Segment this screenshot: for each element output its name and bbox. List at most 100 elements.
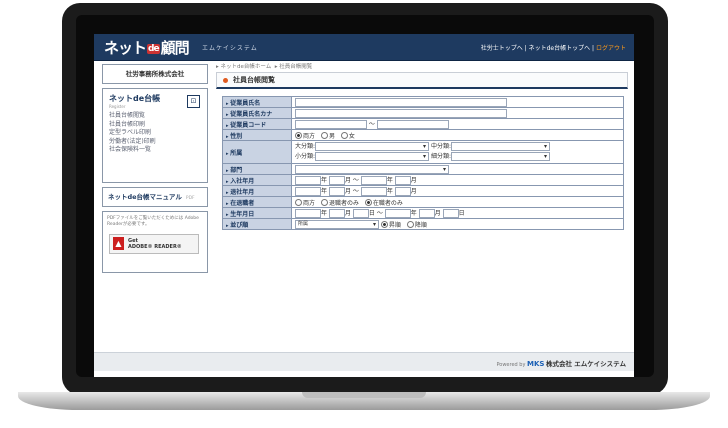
status-active-radio[interactable] <box>364 198 372 206</box>
logout-link[interactable]: ログアウト <box>596 45 626 52</box>
birth-from-month[interactable] <box>328 209 345 218</box>
sort-select[interactable]: 所属 <box>295 219 379 229</box>
joined-to-year[interactable] <box>360 176 387 185</box>
birth-from-day[interactable] <box>352 209 369 218</box>
left-from-month[interactable] <box>328 187 345 196</box>
row-section: 所属 大分類: 中分類: 小分類: 細分類: <box>222 140 624 164</box>
main-content: ▸ ネットde台帳ホーム ▸ 社員台帳閲覧 社員台帳閲覧 従業員氏名 従業員氏名… <box>216 62 628 230</box>
sort-asc-label: 昇順 <box>388 221 401 229</box>
label-left: 退社年月 <box>222 185 292 197</box>
adobe-reader-button[interactable]: ▲ Get ADOBE® READER® <box>109 234 199 254</box>
breadcrumb-home[interactable]: ネットde台帳ホーム <box>221 64 272 70</box>
left-from-year[interactable] <box>295 187 321 196</box>
manual-label: ネットde台帳マニュアル <box>108 193 182 201</box>
dept-select[interactable] <box>295 164 449 174</box>
adobe-text: Get ADOBE® READER® <box>128 238 182 250</box>
unit-year: 年 <box>321 188 328 195</box>
range-sep: 〜 <box>352 188 359 195</box>
code-from-input[interactable] <box>295 120 367 129</box>
row-left: 退社年月 年 月 〜 年 月 <box>222 185 624 197</box>
birth-to-day[interactable] <box>442 209 459 218</box>
label-code: 従業員コード <box>222 118 292 130</box>
sort-asc-radio[interactable] <box>380 220 388 228</box>
office-name: 社労事務所株式会社 <box>102 64 208 84</box>
status-retired-radio[interactable] <box>320 198 328 206</box>
gender-male-radio[interactable] <box>320 131 328 139</box>
manual-link[interactable]: ネットde台帳マニュアル PDF <box>102 187 208 207</box>
powered-text: Powered by <box>496 362 526 368</box>
row-dept: 部門 <box>222 163 624 175</box>
top-bar: ネット de 顧問 エムケイシステム 社労士トップへ | ネットde台帳トップへ |… <box>94 34 634 61</box>
code-to-input[interactable] <box>376 120 449 129</box>
gender-both-label: 両方 <box>303 132 316 140</box>
sidebar-link-print[interactable]: 社員台帳印刷 <box>109 121 201 130</box>
label-kana: 従業員氏名カナ <box>222 107 292 119</box>
status-both-radio[interactable] <box>295 198 302 206</box>
page-title-text: 社員台帳閲覧 <box>233 76 275 84</box>
title-dot-icon <box>223 77 228 83</box>
powered-by: Powered by MKS 株式会社 エムケイシステム <box>496 358 626 368</box>
section-minor-select[interactable] <box>315 152 430 161</box>
left-to-year[interactable] <box>360 187 387 196</box>
laptop-notch <box>302 392 426 398</box>
unit-day: 日 <box>368 210 375 217</box>
footer: Powered by MKS 株式会社 エムケイシステム <box>94 352 634 371</box>
status-retired-label: 退職者のみ <box>328 199 359 207</box>
brand-logo[interactable]: ネット de 顧問 <box>104 37 190 58</box>
breadcrumb: ▸ ネットde台帳ホーム ▸ 社員台帳閲覧 <box>216 64 313 70</box>
person-icon: ⊡ <box>187 95 200 108</box>
label-name: 従業員氏名 <box>222 96 292 108</box>
birth-to-year[interactable] <box>384 209 411 218</box>
row-name: 従業員氏名 <box>222 96 624 108</box>
kana-input[interactable] <box>295 108 507 118</box>
row-code: 従業員コード 〜 <box>222 118 624 130</box>
sort-desc-label: 降順 <box>414 221 427 229</box>
sidebar-link-insurance[interactable]: 社会保険料一覧 <box>109 146 201 155</box>
pdf-tag: PDF <box>185 196 195 201</box>
sidebar-link-label[interactable]: 定型ラベル印刷 <box>109 129 201 138</box>
section-mid-select[interactable] <box>450 142 550 151</box>
unit-month: 月 <box>344 188 351 195</box>
label-status: 在退職者 <box>222 196 292 208</box>
unit-month: 月 <box>344 210 351 217</box>
link-sharoushi-top[interactable]: 社労士トップへ <box>481 45 523 52</box>
top-links: 社労士トップへ | ネットde台帳トップへ | ログアウト <box>481 43 626 52</box>
gender-male-label: 男 <box>328 132 335 140</box>
adobe-reader-label: ADOBE® READER® <box>128 244 182 250</box>
section-major-label: 大分類: <box>295 143 316 150</box>
gender-female-label: 女 <box>348 132 355 140</box>
sidebar-link-worker-print[interactable]: 労働者(法定)印刷 <box>109 138 201 147</box>
status-both-label: 両方 <box>303 199 316 207</box>
company-name: エムケイシステム <box>202 45 258 52</box>
unit-month: 月 <box>410 177 417 184</box>
joined-to-month[interactable] <box>394 176 411 185</box>
row-kana: 従業員氏名カナ <box>222 107 624 119</box>
sort-desc-radio[interactable] <box>406 220 414 228</box>
birth-to-month[interactable] <box>418 209 435 218</box>
brand-de-badge: de <box>147 43 160 54</box>
joined-from-month[interactable] <box>328 176 345 185</box>
section-detail-label: 細分類: <box>430 153 451 160</box>
gender-female-radio[interactable] <box>340 131 348 139</box>
pdf-info-box: PDFファイルをご覧いただくためには Adobe Readerが必要です。 ▲ … <box>102 211 208 273</box>
section-minor-label: 小分類: <box>295 153 316 160</box>
sidebar-link-view[interactable]: 社員台帳閲覧 <box>109 112 201 121</box>
netde-daicho-menu: ネットde台帳 Register ⊡ 社員台帳閲覧 社員台帳印刷 定型ラベル印刷… <box>102 88 208 183</box>
mks-logo: MKS <box>527 360 545 368</box>
footer-company: 株式会社 エムケイシステム <box>546 360 626 368</box>
name-input[interactable] <box>295 97 507 107</box>
link-netde-top[interactable]: ネットde台帳トップへ <box>529 45 591 52</box>
adobe-logo-icon: ▲ <box>113 237 124 250</box>
brand-text-left: ネット <box>104 39 147 57</box>
page-title: 社員台帳閲覧 <box>216 72 628 89</box>
left-to-month[interactable] <box>394 187 411 196</box>
range-sep: 〜 <box>352 177 359 184</box>
unit-year: 年 <box>410 210 417 217</box>
app-screen: ネット de 顧問 エムケイシステム 社労士トップへ | ネットde台帳トップへ |… <box>94 34 634 377</box>
birth-from-year[interactable] <box>295 209 321 218</box>
joined-from-year[interactable] <box>295 176 321 185</box>
gender-both-radio[interactable] <box>295 131 302 139</box>
section-detail-select[interactable] <box>450 152 550 161</box>
link-separator: | <box>524 45 527 52</box>
section-major-select[interactable] <box>315 142 430 151</box>
